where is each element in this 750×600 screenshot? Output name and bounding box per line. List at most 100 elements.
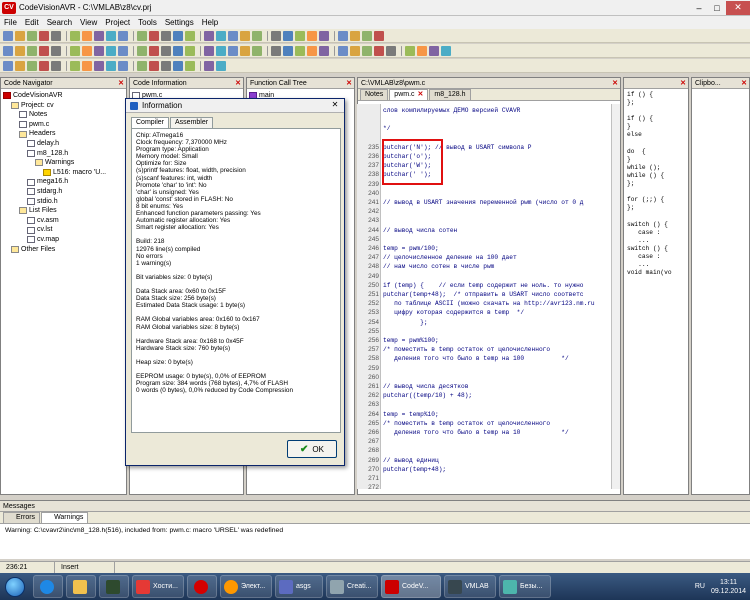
snippet-line[interactable]: else [627,131,685,139]
taskbar-untitled[interactable]: Безы... [499,575,551,598]
undo-icon[interactable] [82,45,92,56]
snippet-line[interactable]: case : [627,253,685,261]
redo-icon[interactable] [429,45,439,56]
tree-item[interactable]: L516: macro 'U... [3,168,124,178]
redo-icon[interactable] [94,30,104,41]
find-icon[interactable] [216,45,226,56]
print-icon[interactable] [39,30,49,41]
cut-icon[interactable] [386,45,396,56]
close-button[interactable]: ✕ [726,0,750,15]
taskbar-explorer[interactable] [66,575,96,598]
paste-icon[interactable] [70,45,80,56]
dialog-close-icon[interactable]: ✕ [328,100,342,111]
tree-item[interactable]: mega16.h [3,177,124,187]
copy-icon[interactable] [283,45,293,56]
undo-icon[interactable] [82,30,92,41]
paste-icon[interactable] [185,60,195,71]
panel-close-icon[interactable]: ✕ [235,79,241,87]
snippet-line[interactable]: } [627,123,685,131]
tree-item[interactable]: CodeVisionAVR [3,91,124,101]
cut-icon[interactable] [51,30,61,41]
copy-icon[interactable] [173,30,183,41]
paste-icon[interactable] [405,45,415,56]
snippet-line[interactable]: void main(vo [627,269,685,277]
tree-item[interactable]: delay.h [3,139,124,149]
print-icon[interactable] [39,45,49,56]
new-file-icon[interactable] [3,45,13,56]
save-icon[interactable] [252,45,262,56]
snippet-line[interactable]: } [627,156,685,164]
taskbar-opera[interactable] [187,575,217,598]
menu-search[interactable]: Search [43,18,76,27]
paste-icon[interactable] [295,45,305,56]
tree-item[interactable]: Warnings [3,158,124,168]
open-icon[interactable] [15,60,25,71]
open-icon[interactable] [15,45,25,56]
tree-item[interactable]: List Files [3,206,124,216]
tab-warnings[interactable]: Warnings [41,512,89,523]
warning-message[interactable]: Warning: C:\cvavr2\inc\m8_128.h(516), in… [0,524,750,537]
save-icon[interactable] [27,30,37,41]
new-file-icon[interactable] [338,30,348,41]
copy-icon[interactable] [173,60,183,71]
undo-icon[interactable] [307,45,317,56]
undo-icon[interactable] [417,45,427,56]
new-file-icon[interactable] [338,45,348,56]
redo-icon[interactable] [319,30,329,41]
panel-close-icon[interactable]: ✕ [680,79,686,87]
new-file-icon[interactable] [3,30,13,41]
snippet-line[interactable]: }; [627,204,685,212]
cut-icon[interactable] [51,45,61,56]
taskbar-asgs[interactable]: asgs [275,575,323,598]
tree-item[interactable]: cv.lst [3,225,124,235]
print-icon[interactable] [39,60,49,71]
copy-icon[interactable] [173,45,183,56]
redo-icon[interactable] [94,60,104,71]
taskbar-codevision[interactable]: CodeV... [381,575,441,598]
snippet-line[interactable]: }; [627,99,685,107]
save-icon[interactable] [362,45,372,56]
find-icon[interactable] [216,60,226,71]
taskbar-oscilloscope[interactable] [99,575,129,598]
open-icon[interactable] [240,30,250,41]
copy-icon[interactable] [283,30,293,41]
ok-button[interactable]: ✔ OK [287,440,337,458]
menu-tools[interactable]: Tools [134,18,161,27]
snippet-line[interactable]: do { [627,148,685,156]
snippet-line[interactable]: while (); [627,164,685,172]
editor-close-icon[interactable]: ✕ [612,79,618,87]
tab-close-icon[interactable]: ✕ [418,91,424,98]
open-icon[interactable] [15,30,25,41]
paste-icon[interactable] [295,30,305,41]
new-file-icon[interactable] [118,60,128,71]
language-indicator[interactable]: RU [695,583,705,590]
new-file-icon[interactable] [118,30,128,41]
menu-view[interactable]: View [76,18,101,27]
find-icon[interactable] [216,30,226,41]
start-button[interactable] [0,573,30,600]
cut-icon[interactable] [51,60,61,71]
cut-icon[interactable] [161,45,171,56]
tree-item[interactable]: Project: cv [3,101,124,111]
snippet-line[interactable]: switch () { [627,245,685,253]
paste-icon[interactable] [70,30,80,41]
minimize-button[interactable]: – [690,1,708,15]
open-icon[interactable] [350,30,360,41]
open-icon[interactable] [350,45,360,56]
snippet-line[interactable] [627,140,685,148]
code-line[interactable]: 272 [357,483,619,489]
cut-icon[interactable] [161,60,171,71]
paste-icon[interactable] [185,30,195,41]
save-icon[interactable] [252,30,262,41]
find-icon[interactable] [106,45,116,56]
snippet-line[interactable]: case : [627,229,685,237]
tree-item[interactable]: cv.map [3,235,124,245]
save-icon[interactable] [27,45,37,56]
tree-item[interactable]: Notes [3,110,124,120]
snippet-line[interactable]: switch () { [627,221,685,229]
print-icon[interactable] [374,45,384,56]
new-file-icon[interactable] [228,45,238,56]
cut-icon[interactable] [271,30,281,41]
print-icon[interactable] [149,60,159,71]
cut-icon[interactable] [161,30,171,41]
